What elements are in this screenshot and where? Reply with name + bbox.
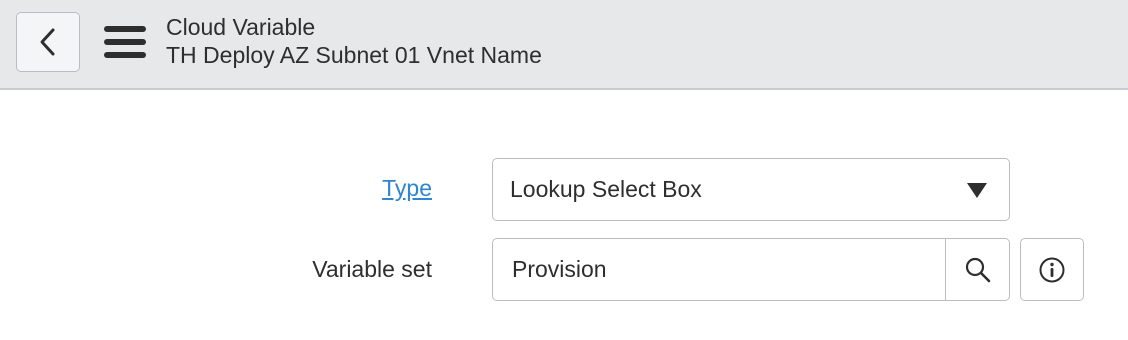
- form-header: Cloud Variable TH Deploy AZ Subnet 01 Vn…: [0, 0, 1128, 90]
- record-type-title: Cloud Variable: [166, 14, 316, 40]
- type-select-value: Lookup Select Box: [510, 176, 702, 202]
- chevron-left-icon: [40, 28, 55, 56]
- variable-set-field: [492, 238, 1010, 301]
- type-select[interactable]: Lookup Select Box: [492, 158, 1010, 221]
- search-icon: [965, 257, 990, 282]
- header-text: Cloud Variable TH Deploy AZ Subnet 01 Vn…: [166, 13, 542, 69]
- preview-info-button[interactable]: [1020, 238, 1084, 301]
- info-icon: [1039, 257, 1065, 282]
- hamburger-menu-icon: [104, 26, 146, 58]
- hamburger-menu-button[interactable]: [104, 25, 146, 59]
- back-button[interactable]: [16, 12, 80, 72]
- lookup-search-button[interactable]: [945, 239, 1009, 300]
- caret-down-icon: [967, 183, 987, 198]
- variable-set-label: Variable set: [312, 256, 432, 282]
- record-name-subtitle: TH Deploy AZ Subnet 01 Vnet Name: [166, 42, 542, 68]
- type-label-link[interactable]: Type: [292, 175, 432, 202]
- variable-set-input[interactable]: [493, 239, 945, 300]
